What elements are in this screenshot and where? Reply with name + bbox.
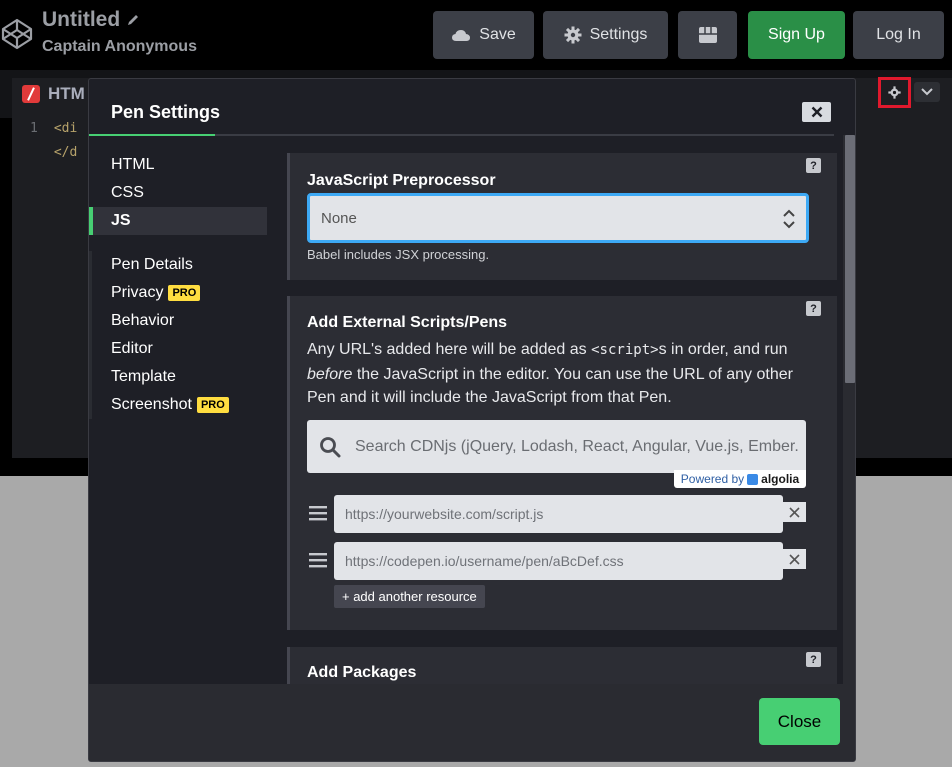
pro-badge: PRO (168, 285, 201, 301)
cdnjs-search-input[interactable]: Search CDNjs (jQuery, Lodash, React, Ang… (307, 420, 806, 473)
js-preprocessor-select[interactable]: None (307, 193, 809, 243)
sidebar-item-editor[interactable]: Editor (92, 335, 267, 363)
sidebar-group-general: Pen Details Privacy PRO Behavior Editor … (89, 251, 267, 419)
desc-code: <script> (591, 342, 659, 358)
title-divider (89, 134, 834, 136)
js-preprocessor-panel: ? JavaScript Preprocessor None Babel inc… (287, 153, 837, 280)
panel-heading: Add Packages (307, 664, 417, 681)
scrollbar-thumb[interactable] (845, 135, 855, 383)
panel-heading: Add External Scripts/Pens (307, 314, 508, 331)
sidebar-item-label: Screenshot (111, 396, 192, 413)
modal-title: Pen Settings (111, 102, 221, 122)
settings-label: Settings (589, 26, 648, 43)
content-scrollbar[interactable] (843, 135, 855, 684)
resource-row: https://yourwebsite.com/script.js (307, 495, 806, 533)
select-value: None (321, 209, 357, 227)
settings-button[interactable]: Settings (543, 11, 668, 59)
change-view-button[interactable] (678, 11, 737, 59)
save-button[interactable]: Save (433, 11, 534, 59)
sidebar-item-html[interactable]: HTML (89, 151, 267, 179)
pen-title[interactable]: Untitled (42, 8, 120, 32)
code-text: </d (53, 145, 78, 160)
drag-handle-icon[interactable] (309, 505, 327, 521)
search-icon (320, 436, 341, 457)
help-icon[interactable]: ? (806, 652, 821, 667)
save-label: Save (479, 26, 516, 43)
select-arrows-icon (783, 209, 795, 229)
help-icon[interactable]: ? (806, 158, 821, 173)
add-resource-button[interactable]: + add another resource (334, 585, 485, 608)
pen-settings-modal: Pen Settings HTML CSS JS Pen Details Pri… (88, 78, 856, 762)
close-icon (789, 506, 800, 518)
algolia-icon (747, 473, 759, 485)
chevron-down-icon (921, 88, 933, 96)
line-number: 1 (30, 121, 38, 136)
search-placeholder: Search CDNjs (jQuery, Lodash, React, Ang… (355, 437, 799, 455)
sidebar-item-behavior[interactable]: Behavior (92, 307, 267, 335)
code-line[interactable]: 1 <di (30, 121, 77, 136)
sidebar-item-js[interactable]: JS (89, 207, 267, 235)
external-scripts-description: Any URL's added here will be added as <s… (307, 338, 812, 410)
resource-url-input[interactable]: https://codepen.io/username/pen/aBcDef.c… (334, 542, 783, 580)
cloud-icon (452, 30, 471, 41)
resource-url-input[interactable]: https://yourwebsite.com/script.js (334, 495, 783, 533)
close-button[interactable]: Close (759, 698, 840, 745)
powered-by-algolia[interactable]: Powered by algolia (674, 470, 806, 488)
help-icon[interactable]: ? (806, 301, 821, 316)
close-modal-button[interactable] (802, 102, 831, 122)
remove-resource-button[interactable] (783, 502, 806, 522)
sidebar-item-pen-details[interactable]: Pen Details (92, 251, 267, 279)
layout-grid-icon (698, 27, 717, 43)
resource-row: https://codepen.io/username/pen/aBcDef.c… (307, 542, 806, 580)
pro-badge: PRO (196, 397, 229, 413)
code-line[interactable]: 1</d (30, 145, 77, 160)
sidebar-item-screenshot[interactable]: Screenshot PRO (92, 391, 267, 419)
sign-up-button[interactable]: Sign Up (748, 11, 845, 59)
codepen-logo-icon[interactable] (0, 17, 34, 51)
settings-content: ? JavaScript Preprocessor None Babel inc… (287, 151, 837, 684)
modal-footer: Close (89, 684, 855, 761)
drag-handle-icon[interactable] (309, 552, 327, 568)
editor-collapse-button[interactable] (914, 82, 940, 102)
sidebar-item-css[interactable]: CSS (89, 179, 267, 207)
close-icon (789, 553, 800, 565)
author-name[interactable]: Captain Anonymous (42, 38, 197, 56)
top-header: Untitled Captain Anonymous Save Settings… (0, 0, 952, 70)
desc-text: Any URL's added here will be added as (307, 341, 592, 358)
html-language-icon (22, 85, 40, 103)
external-scripts-panel: ? Add External Scripts/Pens Any URL's ad… (287, 296, 837, 630)
powered-by-label: Powered by (680, 472, 745, 486)
preprocessor-hint: Babel includes JSX processing. (307, 247, 490, 262)
remove-resource-button[interactable] (783, 549, 806, 569)
code-text: <di (53, 121, 78, 136)
gear-icon (888, 86, 901, 99)
desc-text: the JavaScript in the editor. You can us… (307, 365, 793, 407)
algolia-label: algolia (761, 472, 800, 486)
sidebar-item-template[interactable]: Template (92, 363, 267, 391)
desc-emphasis: before (307, 365, 353, 383)
pencil-icon[interactable] (126, 13, 140, 27)
settings-sidebar: HTML CSS JS Pen Details Privacy PRO Beha… (89, 151, 267, 419)
html-editor-tab[interactable]: HTM (22, 84, 85, 104)
sidebar-item-privacy[interactable]: Privacy PRO (92, 279, 267, 307)
html-tab-label: HTM (48, 84, 85, 103)
add-packages-panel: ? Add Packages (287, 647, 837, 684)
gear-icon (564, 26, 582, 44)
panel-heading: JavaScript Preprocessor (307, 172, 496, 189)
log-in-button[interactable]: Log In (853, 11, 944, 59)
editor-settings-button[interactable] (878, 77, 911, 108)
close-icon (811, 106, 822, 118)
desc-text: s in order, and run (658, 341, 788, 358)
sidebar-item-label: Privacy (111, 284, 164, 301)
